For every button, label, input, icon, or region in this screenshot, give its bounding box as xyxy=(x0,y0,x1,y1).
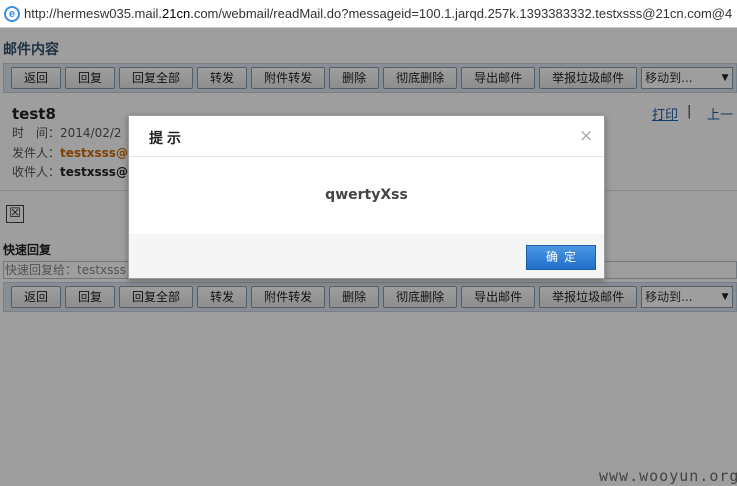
dialog-footer: 确定 xyxy=(129,234,604,278)
watermark: www.wooyun.org xyxy=(599,467,737,485)
alert-dialog: 提示 × qwertyXss 确定 xyxy=(128,115,605,279)
ok-button[interactable]: 确定 xyxy=(526,245,596,270)
ie-icon: e xyxy=(4,5,20,22)
close-icon[interactable]: × xyxy=(579,126,593,146)
dialog-header: 提示 × xyxy=(129,116,604,157)
dialog-title: 提示 xyxy=(149,131,185,147)
url-text[interactable]: http://hermesw035.mail.21cn.com/webmail/… xyxy=(24,6,732,21)
address-bar[interactable]: e http://hermesw035.mail.21cn.com/webmai… xyxy=(0,0,737,28)
dialog-message: qwertyXss xyxy=(325,187,408,203)
